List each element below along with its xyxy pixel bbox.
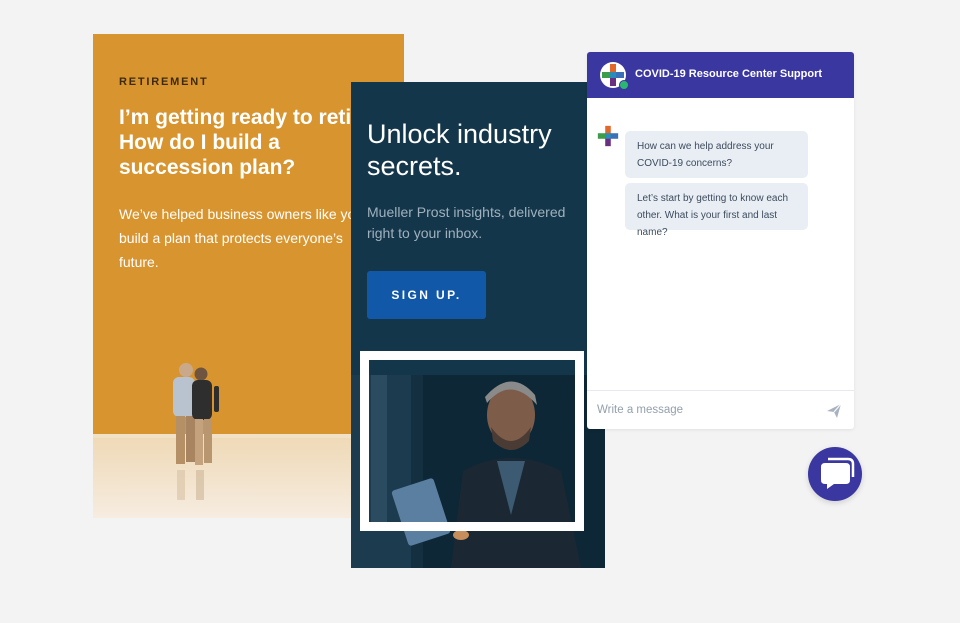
chat-message: Let’s start by getting to know each othe…	[625, 183, 808, 238]
photo-frame-overlay	[360, 351, 584, 531]
newsletter-headline: Unlock industry secrets.	[367, 119, 552, 181]
chat-header: COVID-19 Resource Center Support	[587, 52, 854, 98]
send-button[interactable]	[825, 402, 843, 420]
newsletter-subtext: Mueller Prost insights, delivered right …	[367, 204, 566, 241]
chat-message: How can we help address your COVID-19 co…	[625, 131, 808, 178]
message-input[interactable]	[587, 391, 817, 429]
chat-widget: COVID-19 Resource Center Support How can…	[587, 52, 854, 429]
chat-launcher-button[interactable]	[808, 447, 862, 501]
chat-bubble-icon	[821, 457, 855, 489]
chat-title: COVID-19 Resource Center Support	[635, 68, 823, 80]
newsletter-card: Unlock industry secrets. Mueller Prost i…	[351, 82, 605, 568]
online-status-dot	[619, 80, 629, 90]
agent-avatar-icon	[596, 124, 620, 148]
retirement-eyebrow: RETIREMENT	[119, 76, 209, 88]
send-icon	[827, 403, 842, 418]
sign-up-button[interactable]: SIGN UP.	[367, 271, 486, 319]
